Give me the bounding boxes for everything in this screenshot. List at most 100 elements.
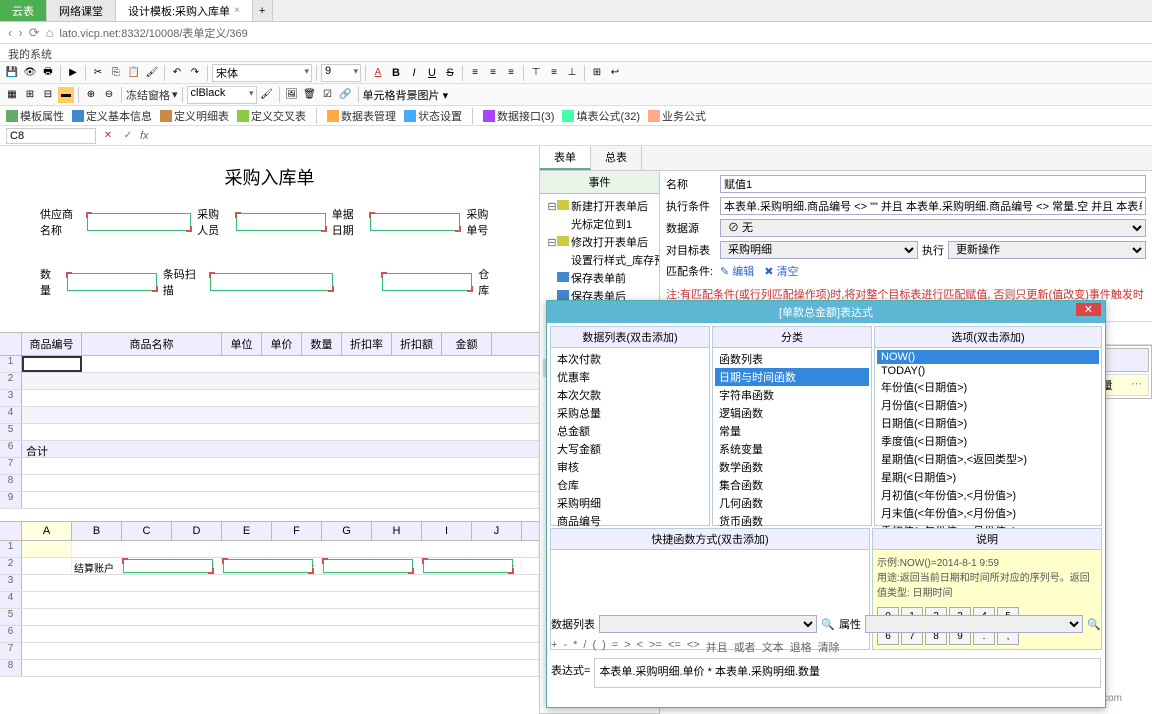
fill-formula[interactable]: 填表公式(32) xyxy=(562,108,640,124)
list-item[interactable]: 字符串函数 xyxy=(715,386,869,404)
tab-design[interactable]: 设计模板:采购入库单× xyxy=(116,0,253,21)
prop-tgt-select[interactable]: 采购明细 xyxy=(720,241,918,259)
list-item[interactable]: 采购总量 xyxy=(553,404,707,422)
op-button[interactable]: * xyxy=(573,639,577,655)
data-table-mgr[interactable]: 数据表管理 xyxy=(327,108,396,124)
active-cell[interactable] xyxy=(22,356,82,372)
prop-exec-select[interactable]: 更新操作 xyxy=(948,241,1146,259)
print-icon[interactable]: 🖶 xyxy=(40,65,56,81)
back-icon[interactable]: ‹ xyxy=(8,25,12,40)
list-item[interactable]: 集合函数 xyxy=(715,476,869,494)
category-list[interactable]: 函数列表日期与时间函数字符串函数逻辑函数常量系统变量数学函数集合函数几何函数货币… xyxy=(713,348,871,528)
op-button[interactable]: 清除 xyxy=(818,639,840,655)
edit-link[interactable]: ✎ 编辑 xyxy=(720,263,754,279)
op-button[interactable]: = xyxy=(612,639,618,655)
state-settings[interactable]: 状态设置 xyxy=(404,108,462,124)
list-item[interactable]: 常量 xyxy=(715,422,869,440)
format-icon[interactable]: 🖌 xyxy=(144,65,160,81)
op-button[interactable]: 退格 xyxy=(790,639,812,655)
valign-bot-icon[interactable]: ⊥ xyxy=(564,65,580,81)
op-button[interactable]: + xyxy=(551,639,557,655)
align-left-icon[interactable]: ≡ xyxy=(467,65,483,81)
insert-row-icon[interactable]: ⊕ xyxy=(83,87,99,103)
copy-icon[interactable]: ⎘ xyxy=(108,65,124,81)
option-list[interactable]: NOW()TODAY()年份值(<日期值>)月份值(<日期值>)日期值(<日期值… xyxy=(875,348,1101,528)
field-buyer[interactable] xyxy=(236,213,326,231)
op-button[interactable]: >= xyxy=(649,639,662,655)
list-item[interactable]: 月末值(<年份值>,<月份值>) xyxy=(877,504,1099,522)
valign-mid-icon[interactable]: ≡ xyxy=(546,65,562,81)
tree-node[interactable]: 保存表单前 xyxy=(543,269,656,287)
tab-app[interactable]: 云表 xyxy=(0,0,47,21)
data-interface[interactable]: 数据接口(3) xyxy=(483,108,554,124)
close-icon[interactable]: × xyxy=(234,5,240,16)
field-qty[interactable] xyxy=(67,273,157,291)
field-barcode[interactable] xyxy=(210,273,333,291)
expression-box[interactable]: 本表单.采购明细.单价 * 本表单.采购明细.数量 xyxy=(594,658,1101,688)
op-button[interactable]: / xyxy=(583,639,586,655)
list-item[interactable]: 月份值(<日期值>) xyxy=(877,396,1099,414)
paint-icon[interactable]: 🖌 xyxy=(259,87,275,103)
tree-node[interactable]: ⊟新建打开表单后 xyxy=(543,197,656,215)
data-list[interactable]: 本次付款优惠率本次欠款采购总量总金额大写金额审核仓库采购明细 商品编号 商品名称… xyxy=(551,348,709,528)
reload-icon[interactable]: ⟳ xyxy=(29,25,40,41)
list-item[interactable]: 系统变量 xyxy=(715,440,869,458)
wrap-icon[interactable]: ↩ xyxy=(607,65,623,81)
color-combo[interactable]: clBlack xyxy=(187,86,257,104)
checkbox-icon[interactable]: ☑ xyxy=(320,87,336,103)
formula-input[interactable] xyxy=(153,128,1146,144)
attr-select[interactable] xyxy=(865,615,1083,633)
strike-icon[interactable]: S xyxy=(442,65,458,81)
list-item[interactable]: 月初值(<年份值>,<月份值>) xyxy=(877,486,1099,504)
preview-icon[interactable]: 👁 xyxy=(22,65,38,81)
tree-node[interactable]: 光标定位到1 xyxy=(543,215,656,233)
tab-classroom[interactable]: 网络课堂 xyxy=(47,0,116,21)
link-icon[interactable]: 🔗 xyxy=(338,87,354,103)
list-item[interactable]: 函数列表 xyxy=(715,350,869,368)
list-item[interactable]: 仓库 xyxy=(553,476,707,494)
prop-src-select[interactable]: ⊘ 无 xyxy=(720,219,1146,237)
field-date[interactable] xyxy=(370,213,460,231)
def-basic[interactable]: 定义基本信息 xyxy=(72,108,152,124)
field-supplier[interactable] xyxy=(87,213,191,231)
op-button[interactable]: - xyxy=(563,639,567,655)
field-blank[interactable] xyxy=(382,273,472,291)
op-button[interactable]: 或者 xyxy=(734,639,756,655)
op-button[interactable]: < xyxy=(637,639,643,655)
cut-icon[interactable]: ✂ xyxy=(90,65,106,81)
home-icon[interactable]: ⌂ xyxy=(46,25,54,40)
valign-top-icon[interactable]: ⊤ xyxy=(528,65,544,81)
list-item[interactable]: 商品编号 xyxy=(553,512,707,528)
op-button[interactable]: 并且 xyxy=(706,639,728,655)
delete-icon[interactable]: 🗑 xyxy=(302,87,318,103)
tab-form[interactable]: 表单 xyxy=(540,146,591,170)
list-item[interactable]: 本次欠款 xyxy=(553,386,707,404)
table-icon[interactable]: ▦ xyxy=(4,87,20,103)
tab-add[interactable]: + xyxy=(253,0,273,21)
forward-icon[interactable]: › xyxy=(18,25,22,40)
prop-name-input[interactable] xyxy=(720,175,1146,193)
list-item[interactable]: NOW() xyxy=(877,350,1099,364)
list-item[interactable]: TODAY() xyxy=(877,364,1099,378)
list-item[interactable]: 逻辑函数 xyxy=(715,404,869,422)
dialog-close-icon[interactable]: ✕ xyxy=(1076,303,1101,316)
list-item[interactable]: 采购明细 xyxy=(553,494,707,512)
def-detail[interactable]: 定义明细表 xyxy=(160,108,229,124)
op-button[interactable]: <= xyxy=(668,639,681,655)
tree-node[interactable]: ⊟修改打开表单后 xyxy=(543,233,656,251)
tab-summary[interactable]: 总表 xyxy=(591,146,642,170)
delete-row-icon[interactable]: ⊖ xyxy=(101,87,117,103)
list-item[interactable]: 星期(<日期值>) xyxy=(877,468,1099,486)
align-center-icon[interactable]: ≡ xyxy=(485,65,501,81)
confirm-edit-icon[interactable]: ✓ xyxy=(120,128,136,144)
list-item[interactable]: 审核 xyxy=(553,458,707,476)
cell-ref-input[interactable] xyxy=(6,128,96,144)
list-item[interactable]: 总金额 xyxy=(553,422,707,440)
op-button[interactable]: ) xyxy=(602,639,606,655)
grid-icon[interactable]: ⊟ xyxy=(40,87,56,103)
tree-node[interactable]: 设置行样式_库存预警 xyxy=(543,251,656,269)
underline-icon[interactable]: U xyxy=(424,65,440,81)
bold-icon[interactable]: B xyxy=(388,65,404,81)
tpl-props[interactable]: 模板属性 xyxy=(6,108,64,124)
align-right-icon[interactable]: ≡ xyxy=(503,65,519,81)
